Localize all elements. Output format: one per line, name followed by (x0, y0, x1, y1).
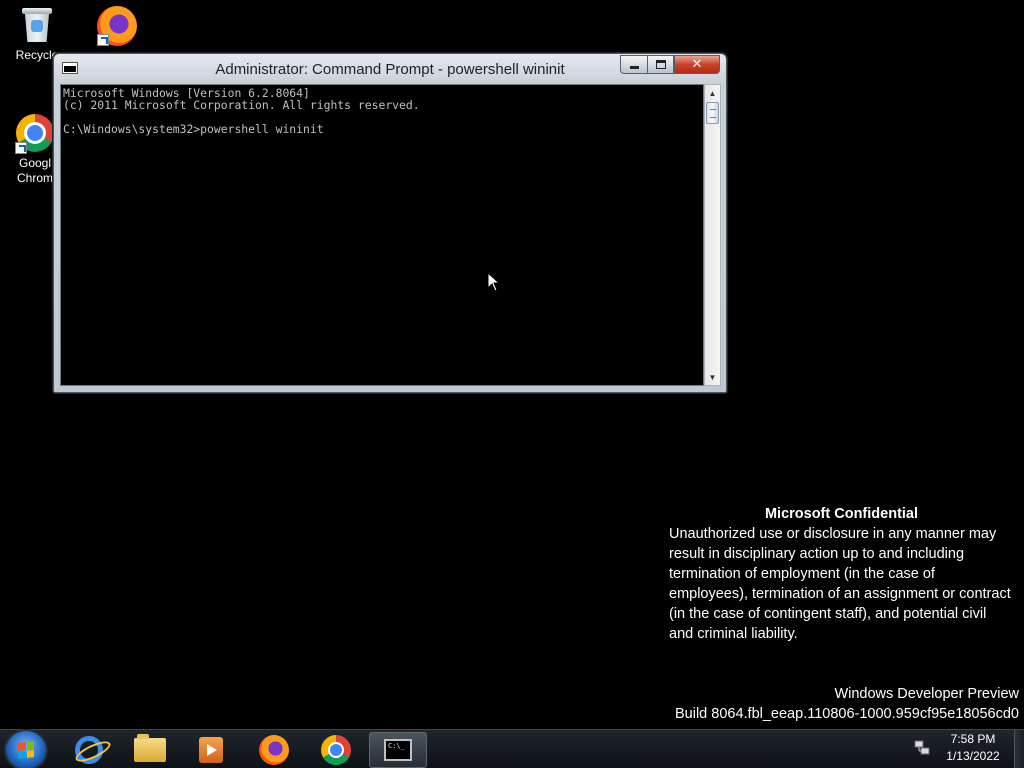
close-icon: ✕ (691, 57, 703, 72)
maximize-icon (655, 60, 666, 69)
windows-logo-icon (18, 741, 34, 759)
taskbar: C:\_ (0, 729, 1024, 768)
chrome-icon (15, 114, 55, 154)
taskbar-app-firefox[interactable] (245, 732, 303, 768)
taskbar-clock[interactable]: 7:58 PM 1/13/2022 (940, 731, 1006, 765)
show-desktop-button[interactable] (1014, 730, 1024, 768)
taskbar-app-chrome[interactable] (307, 732, 365, 768)
scroll-up-arrow-icon[interactable]: ▲ (705, 85, 720, 101)
firefox-icon (259, 735, 289, 765)
confidential-body: Unauthorized use or disclosure in any ma… (669, 526, 1011, 642)
taskbar-app-command-prompt[interactable]: C:\_ (369, 732, 427, 768)
confidential-notice: Microsoft Confidential Unauthorized use … (669, 504, 1014, 644)
confidential-heading: Microsoft Confidential (764, 506, 919, 522)
console-text: Microsoft Windows [Version 6.2.8064] (c)… (63, 86, 420, 136)
minimize-button[interactable] (620, 55, 647, 74)
maximize-button[interactable] (647, 55, 674, 74)
scrollbar-thumb[interactable] (706, 102, 719, 124)
command-prompt-window[interactable]: Administrator: Command Prompt - powershe… (53, 53, 727, 393)
caption-buttons: ✕ (620, 55, 720, 74)
ie-icon (75, 736, 103, 764)
taskbar-app-media-player[interactable] (182, 732, 240, 768)
title-bar[interactable]: Administrator: Command Prompt - powershe… (54, 54, 726, 84)
chrome-icon (321, 735, 351, 765)
media-player-icon (199, 737, 223, 763)
clock-time: 7:58 PM (950, 732, 996, 746)
build-text: Build 8064.fbl_eeap.110806-1000.959cf95e… (674, 706, 1019, 722)
cmd-icon: C:\_ (384, 739, 412, 761)
recycle-bin-icon (17, 6, 57, 46)
shortcut-arrow-icon (15, 142, 27, 154)
shortcut-arrow-icon (97, 34, 109, 46)
desktop-icon-firefox[interactable] (85, 6, 149, 48)
build-watermark: Windows Developer Preview Build 8064.fbl… (675, 684, 1019, 724)
network-icon[interactable] (913, 739, 931, 757)
firefox-icon (97, 6, 137, 46)
clock-date: 1/13/2022 (946, 749, 1000, 763)
edition-text: Windows Developer Preview (834, 686, 1019, 702)
close-button[interactable]: ✕ (674, 55, 720, 74)
folder-icon (134, 734, 166, 762)
taskbar-app-file-explorer[interactable] (121, 732, 179, 768)
start-button[interactable] (6, 731, 46, 768)
console-output[interactable]: Microsoft Windows [Version 6.2.8064] (c)… (60, 84, 704, 386)
minimize-icon (629, 66, 639, 69)
mouse-pointer-icon (487, 272, 501, 292)
scroll-down-arrow-icon[interactable]: ▼ (705, 369, 720, 385)
taskbar-app-internet-explorer[interactable] (60, 732, 118, 768)
vertical-scrollbar[interactable]: ▲ ▼ (704, 84, 721, 386)
